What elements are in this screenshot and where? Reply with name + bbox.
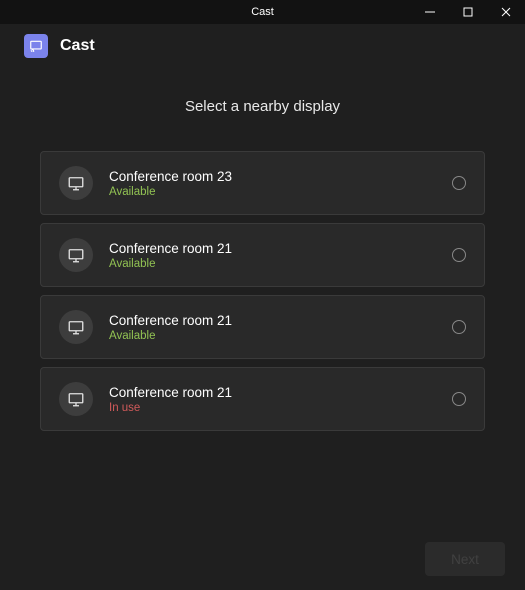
device-status: Available [109,330,436,342]
close-button[interactable] [487,0,525,24]
close-icon [501,7,511,17]
device-item[interactable]: Conference room 21 Available [40,295,485,359]
display-icon [59,166,93,200]
device-name: Conference room 21 [109,313,436,328]
device-item[interactable]: Conference room 21 Available [40,223,485,287]
device-name: Conference room 21 [109,385,436,400]
footer: Next [425,542,505,576]
display-icon [59,238,93,272]
display-icon [59,382,93,416]
titlebar-title: Cast [251,6,274,18]
page-subtitle: Select a nearby display [40,98,485,115]
device-info: Conference room 21 Available [109,241,436,270]
device-name: Conference room 21 [109,241,436,256]
radio-button[interactable] [452,392,466,406]
maximize-button[interactable] [449,0,487,24]
cast-app-icon [24,34,48,58]
device-info: Conference room 21 In use [109,385,436,414]
device-status: In use [109,402,436,414]
device-item[interactable]: Conference room 21 In use [40,367,485,431]
header: Cast [0,24,525,68]
radio-button[interactable] [452,176,466,190]
titlebar: Cast [0,0,525,24]
device-name: Conference room 23 [109,169,436,184]
window-controls [411,0,525,24]
minimize-button[interactable] [411,0,449,24]
header-title: Cast [60,37,95,55]
device-status: Available [109,258,436,270]
device-status: Available [109,186,436,198]
device-info: Conference room 23 Available [109,169,436,198]
display-icon [59,310,93,344]
radio-button[interactable] [452,248,466,262]
content: Select a nearby display Conference room … [0,68,525,431]
radio-button[interactable] [452,320,466,334]
device-list: Conference room 23 Available Conference … [40,151,485,431]
next-button[interactable]: Next [425,542,505,576]
device-item[interactable]: Conference room 23 Available [40,151,485,215]
device-info: Conference room 21 Available [109,313,436,342]
minimize-icon [425,7,435,17]
maximize-icon [463,7,473,17]
